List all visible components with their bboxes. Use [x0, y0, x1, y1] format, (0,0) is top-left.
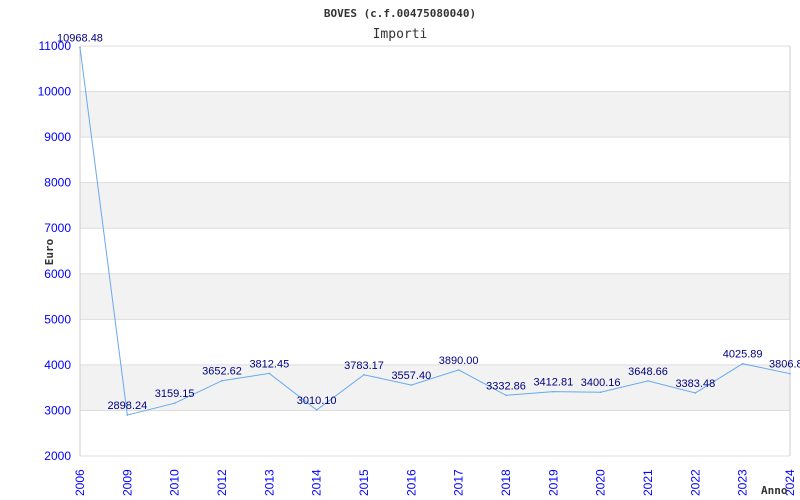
y-tick-label: 10000 [38, 85, 72, 99]
data-label: 3400.16 [581, 377, 621, 389]
x-tick-label: 2020 [594, 469, 608, 496]
data-label: 3806.8 [769, 359, 800, 371]
x-tick-label: 2018 [499, 469, 513, 496]
data-label: 10968.48 [57, 32, 103, 44]
data-point [363, 373, 365, 376]
data-label: 3812.45 [249, 358, 289, 370]
data-label: 3557.40 [391, 370, 431, 382]
y-tick-label: 6000 [44, 267, 71, 281]
y-tick-label: 5000 [44, 312, 71, 326]
data-label: 3332.86 [486, 380, 526, 392]
y-tick-label: 2000 [44, 449, 71, 463]
x-tick-label: 2015 [357, 469, 371, 496]
y-tick-label: 3000 [44, 403, 71, 417]
data-point [647, 380, 649, 382]
data-point [126, 414, 129, 416]
data-label: 3648.66 [628, 366, 668, 378]
grid-band [80, 273, 790, 320]
data-label: 3383.48 [675, 378, 715, 390]
data-point [79, 46, 81, 49]
data-point [741, 362, 744, 365]
x-tick-label: 2006 [73, 469, 87, 496]
data-label: 3652.62 [202, 366, 242, 378]
x-tick-label: 2023 [736, 469, 750, 496]
data-point [599, 391, 602, 394]
data-label: 3783.17 [344, 360, 384, 372]
y-tick-label: 8000 [44, 176, 71, 190]
y-axis-label: Euro [43, 238, 56, 265]
data-point [268, 372, 271, 375]
chart-title: BOVES (c.f.00475080040) [324, 7, 476, 20]
x-tick-label: 2022 [688, 469, 702, 496]
data-point [505, 394, 507, 397]
data-point [173, 402, 176, 404]
data-label: 3159.15 [155, 388, 195, 400]
grid-band [80, 182, 790, 229]
y-tick-label: 4000 [44, 358, 71, 372]
grid-band [80, 91, 790, 138]
x-tick-label: 2010 [168, 469, 182, 496]
data-point [694, 392, 697, 394]
x-tick-label: 2021 [641, 469, 655, 496]
y-tick-label: 7000 [44, 221, 71, 235]
x-tick-label: 2012 [215, 469, 229, 496]
data-point [410, 384, 413, 386]
y-tick-label: 9000 [44, 130, 71, 144]
line-chart: BOVES (c.f.00475080040) Importi 2000 3000… [38, 7, 800, 497]
data-label: 3890.00 [439, 355, 479, 367]
x-tick-label: 2014 [310, 469, 324, 496]
data-point [315, 409, 318, 411]
data-point [789, 372, 791, 375]
data-point [221, 379, 223, 382]
x-tick-label: 2009 [120, 469, 134, 496]
data-label: 4025.89 [723, 349, 763, 361]
data-point [457, 369, 460, 371]
data-point [552, 390, 555, 393]
data-label: 3412.81 [533, 377, 573, 389]
x-tick-label: 2017 [452, 469, 466, 496]
x-tick-label: 2019 [546, 469, 560, 496]
x-tick-label: 2013 [262, 469, 276, 496]
chart-subtitle: Importi [373, 27, 428, 42]
data-label: 3010.10 [297, 395, 337, 407]
x-axis-label: Anno [761, 484, 788, 497]
x-tick-label: 2016 [404, 469, 418, 496]
data-label: 2898.24 [107, 400, 147, 412]
